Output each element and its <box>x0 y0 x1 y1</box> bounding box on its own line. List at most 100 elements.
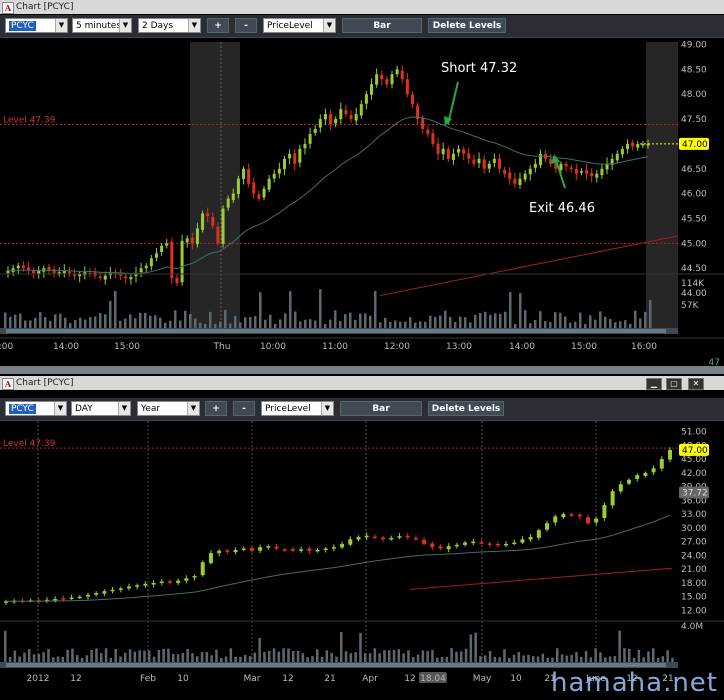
chevron-down-icon[interactable]: ▼ <box>188 19 200 32</box>
candle-body <box>144 265 148 269</box>
price-tick-label: 48.00 <box>681 90 707 100</box>
bottom-chart-area[interactable]: 51.0048.0045.0042.0039.0036.0033.0030.00… <box>0 421 724 700</box>
range-select[interactable]: 2 Days ▼ <box>138 18 201 33</box>
interval-select[interactable]: DAY ▼ <box>71 401 131 416</box>
volume-bar <box>199 322 202 328</box>
volume-bar <box>388 650 391 662</box>
volume-bar <box>532 656 535 662</box>
volume-bar <box>224 310 227 328</box>
volume-bar <box>210 655 213 662</box>
volume-bar <box>374 290 377 328</box>
top-intraday-chart[interactable]: 49.00 48.50 48.00 47.50 47.00 46.50 46.00 45.50… <box>0 38 724 370</box>
overlay-select[interactable]: PriceLevel ▼ <box>263 18 336 33</box>
candle-body <box>495 543 500 546</box>
bar-button[interactable]: Bar <box>340 401 422 416</box>
chevron-down-icon[interactable]: ▼ <box>119 19 131 32</box>
maximize-icon[interactable]: ▢ <box>666 378 682 390</box>
volume-bar <box>319 289 322 328</box>
symbol-input[interactable]: PCYC ▼ <box>5 18 68 33</box>
top-chart-area[interactable]: 49.00 48.50 48.00 47.50 47.00 46.50 46.00 45.50… <box>0 38 724 370</box>
volume-bar <box>134 318 137 328</box>
volume-bar <box>488 651 492 662</box>
candle-body <box>451 153 455 160</box>
volume-bar <box>619 321 622 328</box>
volume-bar <box>460 651 463 662</box>
overlay-select[interactable]: PriceLevel ▼ <box>261 401 334 416</box>
price-level-label: Level 47.39 <box>3 116 56 126</box>
pre-market-shade <box>190 42 240 328</box>
volume-bar <box>368 653 372 662</box>
time-tick-label: 13:00 <box>446 342 472 352</box>
exit-annotation-label: Exit 46.46 <box>529 201 595 216</box>
candle-body <box>200 562 205 576</box>
candle-body <box>143 583 148 586</box>
volume-bar <box>539 311 542 328</box>
candle-body <box>236 178 240 194</box>
volume-bar <box>89 317 92 328</box>
chevron-down-icon[interactable]: ▼ <box>54 402 66 415</box>
candle-body <box>318 119 322 128</box>
volume-bar <box>436 657 439 662</box>
delete-levels-button[interactable]: Delete Levels <box>428 401 504 416</box>
delete-levels-button[interactable]: Delete Levels <box>428 18 506 33</box>
volume-bar <box>314 320 317 328</box>
minimize-icon[interactable]: ▁ <box>646 378 662 390</box>
top-window-title: Chart [PCYC] <box>16 2 74 12</box>
chevron-down-icon[interactable]: ▼ <box>187 402 199 415</box>
volume-bar <box>29 320 32 328</box>
volume-bar <box>234 656 237 662</box>
volume-bar <box>152 656 156 662</box>
volume-bar <box>399 321 402 328</box>
top-toolbar: PCYC ▼ 5 minutes ▼ 2 Days ▼ + - PriceLevel ▼… <box>0 15 724 38</box>
chevron-down-icon[interactable]: ▼ <box>323 19 335 32</box>
volume-bar <box>95 648 98 662</box>
interval-value: 5 minutes <box>76 21 122 31</box>
candle-body <box>620 148 624 155</box>
volume-bar <box>186 649 189 662</box>
volume-bar <box>234 316 237 328</box>
candle-body <box>390 74 394 85</box>
zoom-in-button[interactable]: + <box>205 401 227 416</box>
volume-bar <box>628 648 631 662</box>
zoom-out-button[interactable]: - <box>233 401 255 416</box>
volume-bar <box>104 648 108 662</box>
bottom-daily-chart[interactable]: 51.0048.0045.0042.0039.0036.0033.0030.00… <box>0 421 724 700</box>
range-select[interactable]: Year ▼ <box>137 401 200 416</box>
candle-body <box>180 240 184 283</box>
volume-bar <box>474 314 477 328</box>
volume-bar <box>445 656 449 662</box>
volume-bar <box>311 656 314 662</box>
volume-bar <box>565 655 569 662</box>
zoom-out-button[interactable]: - <box>235 18 257 33</box>
candle-body <box>659 459 664 469</box>
candle-body <box>569 514 574 516</box>
price-tick-label: 18.00 <box>681 579 707 589</box>
overlay-value: PriceLevel <box>265 404 311 414</box>
volume-bar <box>484 311 487 328</box>
volume-bar <box>253 652 257 662</box>
candle-body <box>211 217 215 226</box>
bottom-window-titlebar[interactable]: A Chart [PCYC] ▁ ▢ ✕ <box>0 376 724 390</box>
volume-bar <box>359 632 362 662</box>
volume-bar <box>335 656 338 662</box>
top-window-titlebar[interactable]: A Chart [PCYC] <box>0 0 724 14</box>
bar-button[interactable]: Bar <box>342 18 422 33</box>
volume-bar <box>574 321 577 328</box>
volume-bar <box>64 317 67 328</box>
symbol-input[interactable]: PCYC ▼ <box>5 401 67 416</box>
volume-bar <box>71 648 74 662</box>
zoom-in-button[interactable]: + <box>207 18 229 33</box>
chevron-down-icon[interactable]: ▼ <box>118 402 130 415</box>
interval-select[interactable]: 5 minutes ▼ <box>72 18 132 33</box>
watermark-text: hamaha.net <box>550 668 718 698</box>
candle-body <box>372 536 377 539</box>
candle-body <box>454 544 459 547</box>
date-tick-label: Apr <box>362 674 378 684</box>
chevron-down-icon[interactable]: ▼ <box>321 402 333 415</box>
candle-body <box>331 547 336 549</box>
volume-bar <box>4 312 7 328</box>
volume-bar <box>114 290 117 328</box>
volume-bar <box>579 312 582 328</box>
chevron-down-icon[interactable]: ▼ <box>55 19 67 32</box>
close-icon[interactable]: ✕ <box>688 378 704 390</box>
